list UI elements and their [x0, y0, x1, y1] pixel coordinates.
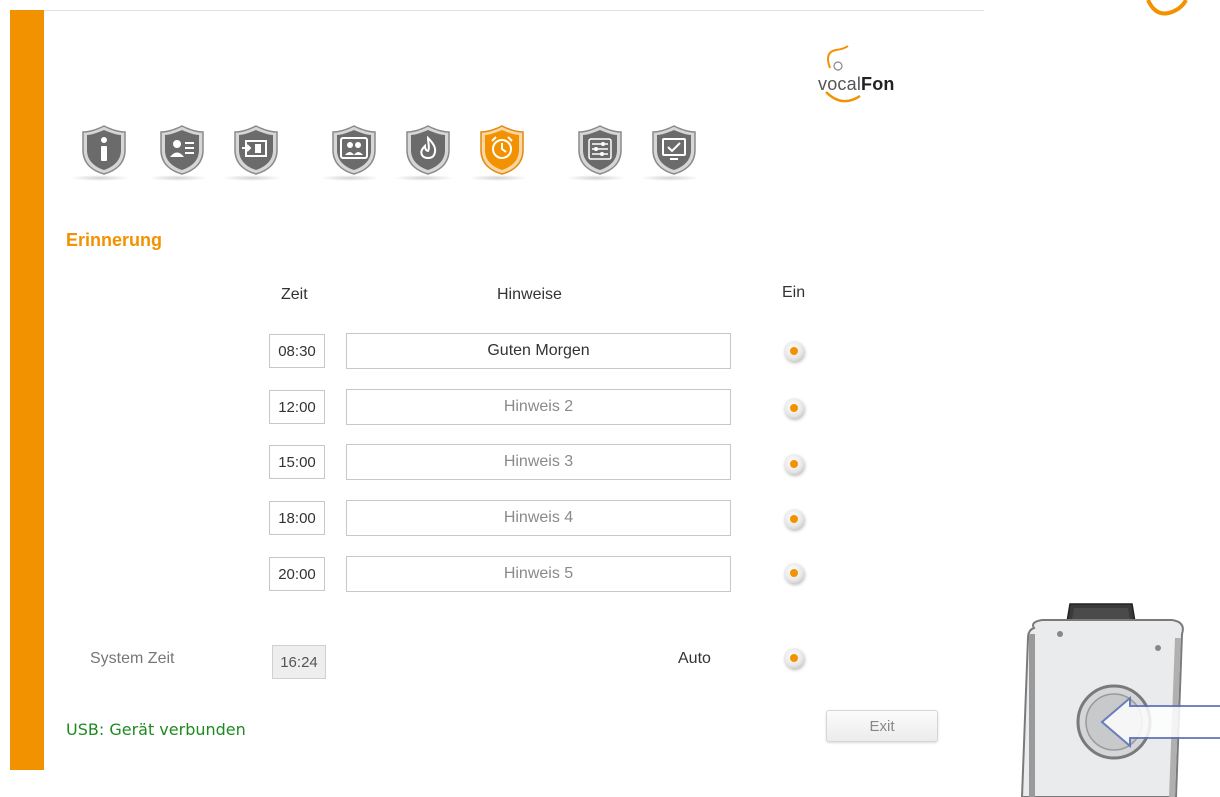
- reminder-note-5[interactable]: Hinweis 5: [346, 556, 731, 592]
- reminder-note-2[interactable]: Hinweis 2: [346, 389, 731, 425]
- reminder-time-4[interactable]: 18:00: [269, 501, 325, 535]
- reminder-note-3[interactable]: Hinweis 3: [346, 444, 731, 480]
- nav-shadow: [70, 175, 130, 181]
- transfer-icon: [234, 125, 278, 175]
- reminder-time-5[interactable]: 20:00: [269, 557, 325, 591]
- reminder-toggle-3[interactable]: [784, 454, 804, 474]
- exit-button[interactable]: Exit: [826, 710, 938, 742]
- reminder-toggle-1[interactable]: [784, 341, 804, 361]
- monitor-check-icon: [652, 125, 696, 175]
- nav-transfer[interactable]: [222, 120, 292, 184]
- auto-label: Auto: [678, 650, 711, 667]
- nav-shadow: [640, 175, 700, 181]
- nav-settings[interactable]: [566, 120, 636, 184]
- contacts-group-icon: [332, 125, 376, 175]
- nav-shadow: [566, 175, 626, 181]
- nav-monitor[interactable]: [640, 120, 710, 184]
- reminder-note-1[interactable]: Guten Morgen: [346, 333, 731, 369]
- alarm-clock-icon: [480, 125, 524, 175]
- nav-fire[interactable]: [394, 120, 464, 184]
- device-illustration: [1012, 598, 1220, 797]
- reminder-toggle-2[interactable]: [784, 398, 804, 418]
- fire-icon: [406, 125, 450, 175]
- info-icon: [82, 125, 126, 175]
- accent-sidebar-bar: [10, 10, 44, 770]
- nav-reminder[interactable]: [468, 120, 538, 184]
- header-divider: [44, 10, 984, 11]
- contact-card-icon: [160, 125, 204, 175]
- reminder-toggle-5[interactable]: [784, 563, 804, 583]
- reminder-toggle-4[interactable]: [784, 509, 804, 529]
- reminder-time-2[interactable]: 12:00: [269, 390, 325, 424]
- reminder-note-4[interactable]: Hinweis 4: [346, 500, 731, 536]
- nav-contacts-group[interactable]: [320, 120, 390, 184]
- section-title: Erinnerung: [66, 230, 163, 250]
- column-header-notes: Hinweise: [497, 286, 562, 303]
- nav-shadow: [468, 175, 528, 181]
- reminder-time-1[interactable]: 08:30: [269, 334, 325, 368]
- nav-info[interactable]: [70, 120, 140, 184]
- nav-shadow: [148, 175, 208, 181]
- logo-wordmark: vocalFon: [818, 74, 895, 94]
- reminder-time-3[interactable]: 15:00: [269, 445, 325, 479]
- vocalfon-logo: vocalFon: [814, 44, 918, 104]
- column-header-on: Ein: [782, 284, 806, 301]
- system-time-label: System Zeit: [90, 650, 175, 667]
- column-header-time: Zeit: [281, 286, 308, 303]
- usb-status-text: USB: Gerät verbunden: [66, 720, 246, 739]
- nav-shadow: [320, 175, 380, 181]
- system-time-value: 16:24: [272, 645, 326, 679]
- auto-toggle[interactable]: [784, 648, 804, 668]
- nav-contact-card[interactable]: [148, 120, 218, 184]
- corner-logo-fragment: [1142, 0, 1192, 18]
- nav-shadow: [394, 175, 454, 181]
- nav-shadow: [222, 175, 282, 181]
- sliders-icon: [578, 125, 622, 175]
